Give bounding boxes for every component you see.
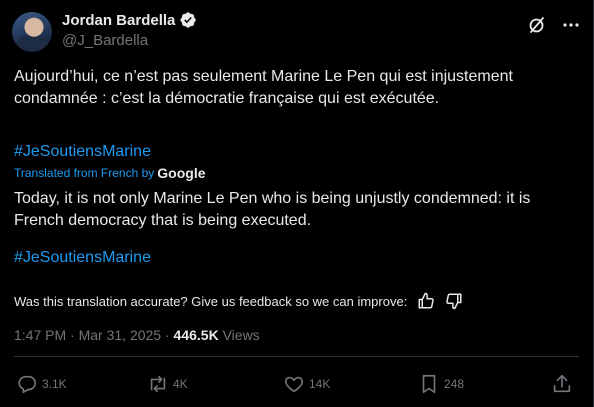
bookmark-count: 248 — [444, 377, 465, 391]
google-logo: Google — [157, 165, 206, 181]
action-bar: 3.1K 4K 14K 248 — [14, 373, 580, 397]
bookmark-button[interactable]: 248 — [418, 373, 464, 395]
hashtag-link[interactable]: #JeSoutiensMarine — [14, 143, 151, 161]
tweet-date[interactable]: Mar 31, 2025 — [79, 327, 162, 343]
translated-hashtag-link[interactable]: #JeSoutiensMarine — [14, 249, 151, 267]
author-handle[interactable]: @J_Bardella — [62, 32, 148, 49]
author-name-row: Jordan Bardella — [62, 11, 197, 29]
grok-icon[interactable] — [527, 15, 547, 35]
feedback-prompt: Was this translation accurate? Give us f… — [14, 293, 408, 309]
avatar[interactable] — [12, 12, 52, 52]
views-label: Views — [222, 327, 260, 343]
repost-icon — [147, 373, 169, 395]
author-name[interactable]: Jordan Bardella — [62, 12, 175, 29]
divider — [14, 356, 579, 357]
repost-button[interactable]: 4K — [147, 373, 188, 395]
reply-button[interactable]: 3.1K — [16, 373, 67, 395]
share-button[interactable] — [551, 373, 573, 395]
reply-count: 3.1K — [42, 377, 67, 391]
tweet-translated-text: Today, it is not only Marine Le Pen who … — [14, 190, 531, 229]
meta-separator: · — [164, 327, 170, 343]
translation-feedback: Was this translation accurate? Give us f… — [14, 292, 463, 310]
translated-from-label: Translated from French by — [14, 166, 155, 180]
like-icon — [283, 373, 305, 395]
tweet-time[interactable]: 1:47 PM — [14, 327, 66, 343]
thumbs-down-icon[interactable] — [445, 292, 463, 310]
translation-attribution: Translated from French by Google — [14, 165, 206, 181]
thumbs-up-icon[interactable] — [417, 292, 435, 310]
repost-count: 4K — [173, 377, 188, 391]
views-count: 446.5K — [173, 327, 219, 343]
share-icon — [551, 373, 573, 395]
tweet-meta: 1:47 PM · Mar 31, 2025 · 446.5K Views — [14, 327, 260, 343]
reply-icon — [16, 373, 38, 395]
like-button[interactable]: 14K — [283, 373, 330, 395]
tweet-card: Jordan Bardella @J_Bardella Aujourd’hui,… — [0, 0, 594, 407]
like-count: 14K — [309, 377, 331, 391]
verified-badge-icon[interactable] — [179, 11, 197, 29]
meta-separator: · — [70, 327, 75, 343]
bookmark-icon — [418, 373, 440, 395]
tweet-original-text: Aujourd’hui, ce n’est pas seulement Mari… — [14, 68, 513, 107]
more-icon[interactable] — [561, 15, 581, 35]
